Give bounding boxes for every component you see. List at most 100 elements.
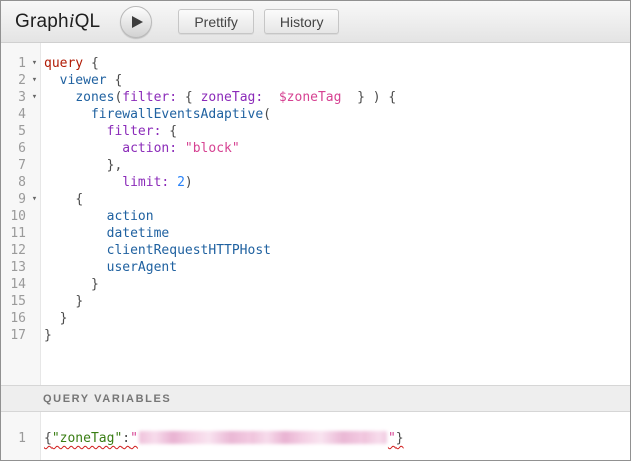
code-line[interactable]: 9▾ {	[1, 191, 630, 208]
gutter-cell: 10	[1, 208, 41, 225]
code-text[interactable]: action	[41, 208, 154, 225]
fold-arrow-icon[interactable]: ▾	[28, 89, 41, 106]
line-number: 3	[1, 89, 28, 106]
token	[44, 141, 122, 156]
line-number: 7	[1, 157, 28, 174]
token	[169, 175, 177, 190]
gutter-cell: 5	[1, 123, 41, 140]
code-line[interactable]: 1{"zoneTag":""}	[1, 430, 630, 447]
token	[263, 90, 279, 105]
gutter-cell: 13	[1, 259, 41, 276]
token: },	[107, 158, 123, 173]
graphiql-logo: GraphiQL	[15, 10, 100, 33]
query-editor[interactable]: 1▾query {2▾ viewer {3▾ zones(filter: { z…	[1, 43, 630, 385]
gutter-cell: 2▾	[1, 72, 41, 89]
line-number: 15	[1, 293, 28, 310]
history-button[interactable]: History	[264, 9, 340, 34]
variables-code[interactable]: 1{"zoneTag":""}	[1, 412, 630, 447]
play-icon	[132, 16, 143, 28]
code-line[interactable]: 10 action	[1, 208, 630, 225]
code-text[interactable]: }	[41, 310, 67, 327]
token: {	[177, 90, 200, 105]
code-text[interactable]: query {	[41, 55, 99, 72]
code-line[interactable]: 11 datetime	[1, 225, 630, 242]
gutter-cell: 14	[1, 276, 41, 293]
query-variables-title-bar[interactable]: QUERY VARIABLES	[1, 385, 630, 412]
line-number: 5	[1, 123, 28, 140]
line-number: 11	[1, 225, 28, 242]
code-text[interactable]: }	[41, 293, 83, 310]
code-line[interactable]: 5 filter: {	[1, 123, 630, 140]
code-text[interactable]: firewallEventsAdaptive(	[41, 106, 271, 123]
token: :	[122, 431, 130, 446]
code-line[interactable]: 6 action: "block"	[1, 140, 630, 157]
code-text[interactable]: userAgent	[41, 259, 177, 276]
code-line[interactable]: 3▾ zones(filter: { zoneTag: $zoneTag } )…	[1, 89, 630, 106]
gutter-cell: 1	[1, 430, 41, 447]
gutter-cell: 15	[1, 293, 41, 310]
code-line[interactable]: 8 limit: 2)	[1, 174, 630, 191]
gutter-cell: 12	[1, 242, 41, 259]
token	[44, 209, 107, 224]
token: {	[75, 192, 83, 207]
gutter-cell: 16	[1, 310, 41, 327]
token: {	[83, 56, 99, 71]
code-text[interactable]: {	[41, 191, 83, 208]
code-line[interactable]: 17}	[1, 327, 630, 344]
fold-arrow-icon[interactable]: ▾	[28, 191, 41, 208]
code-line[interactable]: 1▾query {	[1, 55, 630, 72]
line-number: 16	[1, 310, 28, 327]
token: query	[44, 56, 83, 71]
gutter-cell: 6	[1, 140, 41, 157]
variables-editor[interactable]: 1{"zoneTag":""}	[1, 412, 630, 460]
code-text[interactable]: viewer {	[41, 72, 122, 89]
code-line[interactable]: 12 clientRequestHTTPHost	[1, 242, 630, 259]
code-text[interactable]: },	[41, 157, 122, 174]
token: clientRequestHTTPHost	[107, 243, 271, 258]
code-text[interactable]: datetime	[41, 225, 169, 242]
token: zones	[75, 90, 114, 105]
code-line[interactable]: 13 userAgent	[1, 259, 630, 276]
execute-query-button[interactable]	[120, 6, 152, 38]
code-line[interactable]: 15 }	[1, 293, 630, 310]
token: }	[91, 277, 99, 292]
token	[44, 124, 107, 139]
code-text[interactable]: limit: 2)	[41, 174, 193, 191]
token: "	[130, 431, 138, 446]
token: "zoneTag"	[52, 431, 122, 446]
code-text[interactable]: action: "block"	[41, 140, 240, 157]
code-line[interactable]: 14 }	[1, 276, 630, 293]
token: }	[60, 311, 68, 326]
logo-text-post: QL	[75, 11, 101, 32]
gutter-cell: 3▾	[1, 89, 41, 106]
prettify-button[interactable]: Prettify	[178, 9, 254, 34]
code-text[interactable]: {"zoneTag":""}	[41, 430, 404, 447]
code-text[interactable]: filter: {	[41, 123, 177, 140]
token: {	[44, 431, 52, 446]
token: {	[107, 73, 123, 88]
token: }	[44, 328, 52, 343]
fold-arrow-icon[interactable]: ▾	[28, 72, 41, 89]
code-text[interactable]: }	[41, 276, 99, 293]
token: )	[185, 175, 193, 190]
code-line[interactable]: 16 }	[1, 310, 630, 327]
line-number: 12	[1, 242, 28, 259]
token	[177, 141, 185, 156]
code-line[interactable]: 4 firewallEventsAdaptive(	[1, 106, 630, 123]
query-code[interactable]: 1▾query {2▾ viewer {3▾ zones(filter: { z…	[1, 43, 630, 344]
token	[44, 277, 91, 292]
fold-arrow-icon[interactable]: ▾	[28, 55, 41, 72]
code-text[interactable]: zones(filter: { zoneTag: $zoneTag } ) {	[41, 89, 396, 106]
token	[44, 73, 60, 88]
code-line[interactable]: 7 },	[1, 157, 630, 174]
line-number: 9	[1, 191, 28, 208]
line-number: 2	[1, 72, 28, 89]
code-line[interactable]: 2▾ viewer {	[1, 72, 630, 89]
token: datetime	[107, 226, 170, 241]
token: (	[263, 107, 271, 122]
token	[44, 260, 107, 275]
token	[44, 175, 122, 190]
line-number: 1	[1, 430, 28, 447]
code-text[interactable]: }	[41, 327, 52, 344]
code-text[interactable]: clientRequestHTTPHost	[41, 242, 271, 259]
